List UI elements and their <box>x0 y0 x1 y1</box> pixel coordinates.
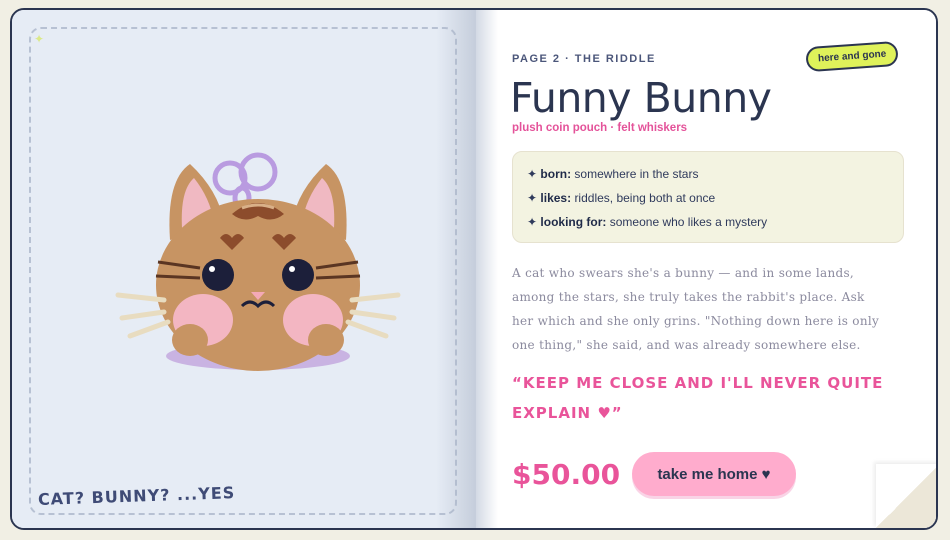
book-spread: ✦ CAT? BUNNY? ...YES PAGE 2 · THE RIDDLE… <box>10 8 938 530</box>
right-page: PAGE 2 · THE RIDDLE here and gone Funny … <box>476 10 936 528</box>
sparkle-icon: ✦ <box>34 32 45 46</box>
fact-value: somewhere in the stars <box>574 167 699 181</box>
fact-key: born: <box>540 167 572 181</box>
fact-key: likes: <box>540 191 572 205</box>
fact-value: someone who likes a mystery <box>609 215 768 229</box>
product-image <box>115 152 401 371</box>
sparkle-icon: ✦ <box>527 191 538 205</box>
page-curl[interactable] <box>876 464 936 528</box>
fact-born: ✦ born: somewhere in the stars <box>527 162 889 186</box>
sparkle-icon: ✦ <box>527 167 538 181</box>
fact-likes: ✦ likes: riddles, being both at once <box>527 186 889 210</box>
product-quote: “KEEP ME CLOSE AND I'LL NEVER QUITE EXPL… <box>512 374 884 422</box>
facts-card: ✦ born: somewhere in the stars ✦ likes: … <box>512 151 904 243</box>
product-story: A cat who swears she's a bunny — and in … <box>512 266 880 352</box>
product-subtitle: plush coin pouch · felt whiskers <box>512 122 688 134</box>
fact-key: looking for: <box>540 215 607 229</box>
add-to-cart-button[interactable]: take me home ♥ <box>632 452 796 496</box>
page-label: PAGE 2 · THE RIDDLE <box>512 53 656 65</box>
availability-badge: here and gone <box>805 40 900 73</box>
sparkle-icon: ✦ <box>527 215 538 229</box>
product-title: Funny Bunny <box>510 74 772 122</box>
fact-value: riddles, being both at once <box>574 191 716 205</box>
fact-looking-for: ✦ looking for: someone who likes a myste… <box>527 210 889 234</box>
price: $50.00 <box>512 458 621 491</box>
left-page: ✦ CAT? BUNNY? ...YES <box>12 10 476 528</box>
